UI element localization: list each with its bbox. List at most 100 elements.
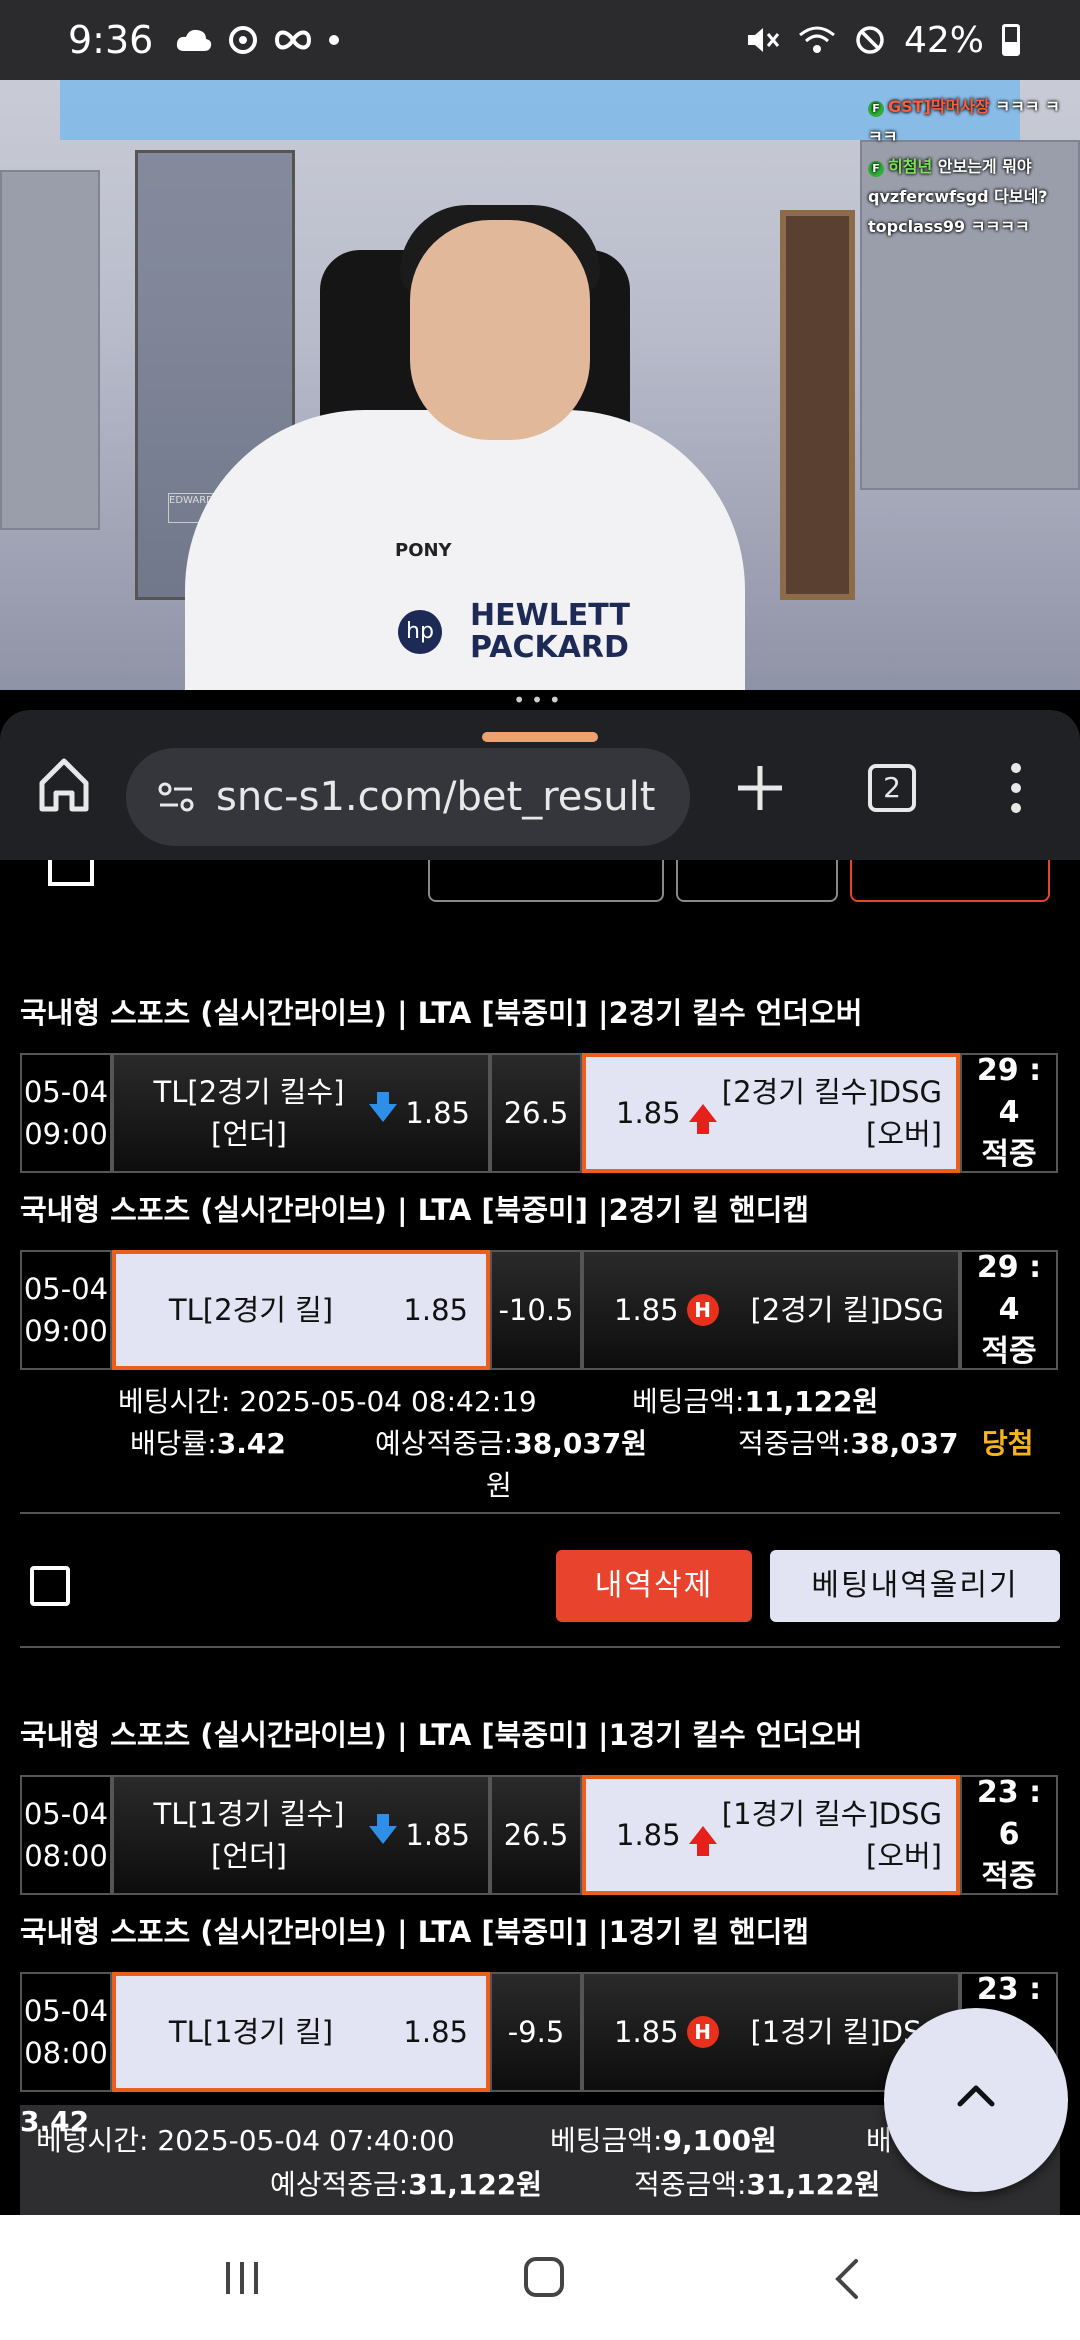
- shirt-brand: PONY: [395, 540, 452, 561]
- chat-message: F 히첨년 안보는게 뭐야: [868, 152, 1068, 182]
- away-pick[interactable]: 1.85 H [2경기 킬]DSG: [582, 1250, 960, 1370]
- status-bar: 9:36 42%: [0, 0, 1080, 80]
- chat-overlay: F GST]막머사장 ㅋㅋㅋ ㅋㅋㅋ F 히첨년 안보는게 뭐야 qvzfercwf…: [868, 92, 1068, 242]
- odds-up-icon: [688, 1104, 717, 1134]
- home-name: TL[2경기 킬수]: [153, 1075, 345, 1109]
- cloud-icon: [177, 29, 212, 51]
- hit-amount: 31,122원: [746, 2168, 881, 2201]
- market-title: 국내형 스포츠 (실시간라이브) | LTA [북중미] |2경기 킬수 언더오…: [20, 996, 863, 1030]
- expected-label: 예상적중금:: [270, 2168, 409, 2201]
- market-title: 국내형 스포츠 (실시간라이브) | LTA [북중미] |2경기 킬 핸디캡: [20, 1193, 810, 1227]
- handicap-badge-icon: H: [686, 1294, 719, 1326]
- away-pick[interactable]: 1.85 [1경기 킬수]DSG [오버]: [582, 1775, 960, 1895]
- match-score: 23 : 6적중: [960, 1775, 1058, 1895]
- bet-amount-label: 베팅금액:: [550, 2124, 663, 2157]
- odds-down-icon: [369, 1814, 398, 1844]
- drag-handle[interactable]: [482, 732, 598, 742]
- away-odds: 1.85: [614, 1293, 679, 1327]
- line-value: 26.5: [490, 1053, 582, 1173]
- bet-row: 05-04 09:00 TL[2경기 킬] 1.85 -10.5 1.85 H [2…: [20, 1250, 1060, 1370]
- away-pick[interactable]: 1.85 [2경기 킬수]DSG [오버]: [582, 1053, 960, 1173]
- home-sub: [언더]: [211, 1117, 287, 1151]
- bet-result-page: 국내형 스포츠 (실시간라이브) | LTA [북중미] |2경기 킬수 언더오…: [0, 860, 1080, 2215]
- result-label: 적중: [981, 1334, 1037, 1369]
- expected-unit: 원: [486, 1469, 512, 1502]
- bet-time: 베팅시간: 2025-05-04 07:40:00: [36, 2124, 455, 2157]
- split-handle-dots[interactable]: •••: [0, 690, 1080, 710]
- chevron-up-icon: [957, 2085, 995, 2107]
- away-sub: [오버]: [866, 1839, 942, 1873]
- away-name: [2경기 킬]DSG: [750, 1293, 944, 1327]
- hit-amount: 38,037: [850, 1427, 959, 1460]
- tab-switcher-button[interactable]: 2: [868, 764, 916, 812]
- chat-message: topclass99 ㅋㅋㅋㅋ: [868, 217, 1030, 236]
- home-icon[interactable]: [36, 755, 92, 815]
- browser-toolbar: snc-s1.com/bet_result 2: [0, 710, 1080, 860]
- post-bet-history-button[interactable]: 베팅내역올리기: [770, 1550, 1060, 1622]
- line-value: 26.5: [490, 1775, 582, 1895]
- home-sub: [언더]: [211, 1839, 287, 1873]
- hp-logo: hp: [398, 610, 442, 654]
- home-pick[interactable]: TL[1경기 킬수] [언더] 1.85: [112, 1775, 490, 1895]
- home-name: TL[1경기 킬수]: [153, 1797, 345, 1831]
- bet-amount: 9,100원: [662, 2124, 777, 2157]
- away-odds: 1.85: [616, 1096, 681, 1130]
- handicap-badge-icon: H: [686, 2016, 719, 2048]
- expected-payout: 38,037원: [513, 1427, 648, 1460]
- divider: [20, 1646, 1060, 1648]
- away-sub: [오버]: [866, 1117, 942, 1151]
- bet-time: 베팅시간: 2025-05-04 08:42:19: [118, 1385, 537, 1418]
- filter-button-hit[interactable]: [676, 860, 838, 902]
- delete-history-button[interactable]: 내역삭제: [556, 1550, 752, 1622]
- more-menu-icon[interactable]: [1004, 760, 1028, 816]
- match-datetime: 05-04 08:00: [20, 1972, 112, 2092]
- result-label: 적중: [981, 1137, 1037, 1172]
- match-datetime: 05-04 09:00: [20, 1053, 112, 1173]
- line-value: -10.5: [490, 1250, 582, 1370]
- bet-select-checkbox[interactable]: [30, 1566, 70, 1606]
- home-pick[interactable]: TL[2경기 킬수] [언더] 1.85: [112, 1053, 490, 1173]
- address-bar[interactable]: snc-s1.com/bet_result: [126, 748, 690, 846]
- scroll-to-top-button[interactable]: [884, 2008, 1068, 2192]
- url-text: snc-s1.com/bet_result: [216, 774, 656, 820]
- bet-amount: 11,122원: [744, 1385, 879, 1418]
- status-time: 9:36: [68, 18, 154, 62]
- line-value: -9.5: [490, 1972, 582, 2092]
- sync-icon: [229, 26, 258, 54]
- home-odds: 1.85: [403, 1293, 468, 1327]
- back-icon[interactable]: [832, 2257, 862, 2301]
- filter-button-miss[interactable]: [850, 860, 1050, 902]
- battery-percent: 42%: [903, 19, 984, 61]
- bet-row: 05-04 09:00 TL[2경기 킬수] [언더] 1.85 26.5 1.85…: [20, 1053, 1060, 1173]
- home-pick[interactable]: TL[1경기 킬] 1.85: [112, 1972, 490, 2092]
- match-datetime: 05-04 09:00: [20, 1250, 112, 1370]
- away-odds: 1.85: [614, 2015, 679, 2049]
- divider: [20, 1512, 1060, 1514]
- away-name: [1경기 킬수]DSG: [721, 1797, 942, 1831]
- home-pick[interactable]: TL[2경기 킬] 1.85: [112, 1250, 490, 1370]
- home-nav-icon[interactable]: [524, 2257, 564, 2297]
- odds-label: 배당률:: [130, 1427, 217, 1460]
- status-badge: 당첨: [982, 1427, 1034, 1460]
- match-score: 29 : 4 적중: [960, 1250, 1058, 1370]
- system-nav-bar: [0, 2215, 1080, 2340]
- dot-icon: [329, 35, 340, 45]
- recent-apps-icon[interactable]: [222, 2260, 262, 2296]
- new-tab-icon[interactable]: [734, 762, 786, 814]
- picture-frame: [780, 210, 855, 600]
- filter-button-all[interactable]: [428, 860, 664, 902]
- home-odds: 1.85: [405, 1096, 470, 1130]
- select-all-checkbox[interactable]: [48, 860, 94, 886]
- streamer: [185, 410, 745, 690]
- hit-label: 적중금액:: [738, 1427, 851, 1460]
- bet-row: 05-04 08:00 TL[1경기 킬수] [언더] 1.85 26.5 1.85…: [20, 1775, 1060, 1895]
- home-odds: 1.85: [403, 2015, 468, 2049]
- home-odds: 1.85: [405, 1818, 470, 1852]
- infinity-icon: [275, 30, 312, 50]
- live-video[interactable]: EDWARD NEWGATE PONY hp HEWLETT PACKARD F…: [0, 80, 1080, 690]
- site-settings-icon[interactable]: [156, 777, 196, 817]
- chat-message: F GST]막머사장 ㅋㅋㅋ ㅋㅋㅋ: [868, 97, 1060, 146]
- odds-down-icon: [369, 1092, 398, 1122]
- battery-icon: [1002, 24, 1020, 56]
- mute-icon: [747, 28, 780, 52]
